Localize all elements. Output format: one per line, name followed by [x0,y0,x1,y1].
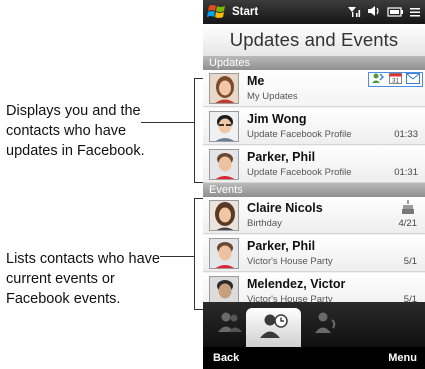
email-icon [406,71,420,89]
event-row[interactable]: Claire Nicols Birthday 4/21 [203,197,425,234]
menu-softkey[interactable]: Menu [388,352,417,364]
event-date: 4/21 [398,218,418,229]
update-row[interactable]: Parker, Phil Update Facebook Profile 01:… [203,146,425,183]
people-icon [217,311,243,338]
event-detail: Victor's House Party [247,256,333,267]
back-softkey[interactable]: Back [213,352,239,364]
event-date: 5/1 [403,256,417,267]
events-bracket-bottom [194,309,203,310]
signal-icon[interactable] [347,4,361,23]
update-time: 01:33 [394,129,418,140]
contact-tab[interactable] [301,302,351,347]
page-title: Updates and Events [203,24,425,56]
birthday-cake-icon [401,200,415,216]
contact-detail: My Updates [247,91,298,102]
contact-name: Claire Nicols [247,201,323,215]
bottom-tab-bar [203,302,425,347]
avatar [209,238,239,269]
contact-call-icon [313,310,339,339]
contact-name: Jim Wong [247,112,307,126]
event-detail: Birthday [247,218,282,229]
update-icons-group: 31 [368,72,423,87]
avatar [209,149,239,180]
contact-name: Melendez, Victor [247,277,346,291]
person-clock-icon [259,312,289,343]
avatar [209,200,239,231]
update-row[interactable]: Jim Wong Update Facebook Profile 01:33 [203,108,425,145]
contact-name: Me [247,74,265,88]
update-time: 01:31 [394,167,418,178]
events-section-header: Events [203,183,425,197]
events-caption: Lists contacts who have current events o… [6,251,160,307]
status-bar: Start [203,0,425,24]
events-callout-line [160,256,194,257]
updates-bracket-bottom [194,182,203,183]
contact-name: Parker, Phil [247,239,316,253]
events-bracket-line [194,198,195,309]
phone-screen: Start Updates and Events Updates Me My U… [203,0,425,369]
calendar-icon: 31 [389,71,402,89]
update-row-me[interactable]: Me My Updates 31 [203,70,425,107]
contact-name: Parker, Phil [247,150,316,164]
softkey-bar: Back Menu [203,347,425,369]
updates-callout-line [141,122,194,123]
updates-events-tab[interactable] [246,308,301,347]
people-update-icon [371,71,385,89]
updates-bracket-top [194,78,203,79]
svg-text:31: 31 [392,78,399,84]
updates-bracket-line [194,78,195,182]
volume-icon[interactable] [367,4,381,23]
event-row[interactable]: Parker, Phil Victor's House Party 5/1 [203,235,425,272]
contact-detail: Update Facebook Profile [247,167,352,178]
updates-section-header: Updates [203,56,425,70]
updates-caption: Displays you and the contacts who have u… [6,103,145,159]
windows-logo-icon[interactable] [207,3,227,21]
avatar [209,111,239,142]
events-bracket-top [194,198,203,199]
connectivity-icon[interactable] [409,5,421,23]
contact-detail: Update Facebook Profile [247,129,352,140]
start-label[interactable]: Start [232,6,258,18]
avatar [209,73,239,104]
battery-icon[interactable] [387,5,403,23]
